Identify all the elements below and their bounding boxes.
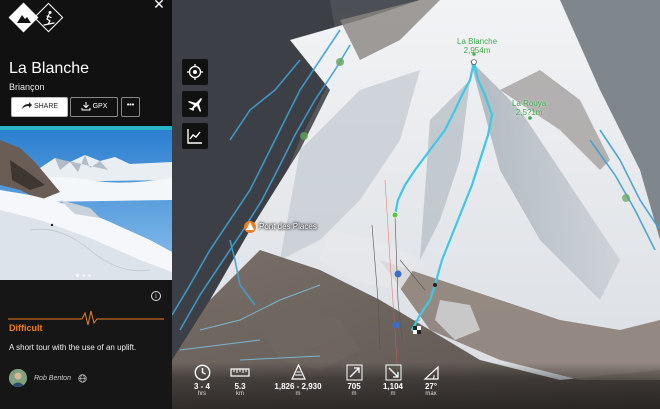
stat-descent-value: 1,104 bbox=[382, 382, 404, 391]
stat-elevation-range: 1,826 - 2,930 m bbox=[266, 364, 330, 397]
download-icon bbox=[81, 101, 91, 111]
stat-ascent: 705 m bbox=[342, 364, 366, 397]
stat-max-slope-unit: max bbox=[425, 391, 437, 397]
slope-icon bbox=[422, 365, 439, 380]
peak-name: La Rouya bbox=[512, 99, 547, 108]
globe-icon[interactable] bbox=[78, 374, 87, 383]
chart-icon bbox=[187, 129, 202, 144]
descent-icon bbox=[385, 364, 401, 381]
stat-duration: 3 - 4 hrs bbox=[186, 364, 218, 397]
flyover-button[interactable] bbox=[182, 91, 208, 117]
share-label: SHARE bbox=[33, 103, 59, 110]
stat-duration-value: 3 - 4 bbox=[193, 382, 210, 391]
difficulty-label: Difficult bbox=[9, 323, 43, 333]
route-photo-image bbox=[0, 130, 172, 280]
elevation-profile-button[interactable] bbox=[182, 123, 208, 149]
stat-distance-unit: km bbox=[236, 391, 244, 397]
peak-elevation: 2,954m bbox=[463, 46, 491, 55]
panel-header: ✕ La Blanche Briançon SHARE GPX ••• bbox=[0, 0, 172, 126]
author-avatar[interactable] bbox=[9, 369, 27, 387]
stat-elevation-range-unit: m bbox=[295, 391, 301, 397]
peak-label-la-blanche: La Blanche 2,954m bbox=[457, 37, 497, 55]
peak-elevation: 2,5?1m bbox=[515, 108, 543, 117]
pagination-dot[interactable] bbox=[76, 274, 79, 277]
stat-max-slope: 27° max bbox=[420, 364, 442, 397]
route-photo[interactable] bbox=[0, 130, 172, 280]
locate-button[interactable] bbox=[182, 59, 208, 85]
gpx-label: GPX bbox=[92, 103, 108, 110]
photo-pagination[interactable] bbox=[76, 264, 94, 280]
stat-distance: 5.3 km bbox=[228, 364, 252, 397]
elevation-range-icon bbox=[290, 364, 306, 380]
stat-elevation-range-value: 1,826 - 2,930 bbox=[274, 382, 322, 391]
info-icon[interactable]: i bbox=[151, 291, 161, 301]
app-logo[interactable] bbox=[8, 2, 70, 33]
skier-icon bbox=[43, 11, 55, 26]
poi-label-pont-des-places: Pont des Places bbox=[259, 222, 317, 231]
plane-icon bbox=[188, 98, 202, 112]
stat-descent: 1,104 m bbox=[378, 364, 408, 397]
stat-duration-unit: hrs bbox=[197, 391, 207, 397]
route-title: La Blanche bbox=[9, 60, 90, 77]
more-options-button[interactable]: ••• bbox=[121, 97, 140, 117]
route-description: A short tour with the use of an uplift. bbox=[9, 343, 137, 352]
share-button[interactable]: SHARE bbox=[11, 97, 68, 117]
stat-descent-unit: m bbox=[390, 391, 396, 397]
pagination-dot[interactable] bbox=[88, 274, 91, 277]
mountain-icon bbox=[17, 15, 31, 23]
close-icon[interactable]: ✕ bbox=[152, 0, 166, 11]
pagination-dot[interactable] bbox=[82, 274, 85, 277]
ruler-icon bbox=[230, 368, 250, 377]
author-name[interactable]: Rob Benton bbox=[34, 375, 71, 383]
peak-name: La Blanche bbox=[457, 37, 498, 46]
route-region: Briançon bbox=[9, 82, 45, 92]
locate-icon bbox=[187, 64, 203, 80]
route-panel: ✕ La Blanche Briançon SHARE GPX ••• i Di… bbox=[0, 0, 172, 409]
share-icon bbox=[21, 102, 32, 110]
gpx-download-button[interactable]: GPX bbox=[70, 97, 118, 117]
clock-icon bbox=[194, 364, 210, 381]
route-stats-bar: 3 - 4 hrs 5.3 km 1,826 - 2,930 m 705 m 1… bbox=[172, 362, 660, 409]
avatar-image bbox=[9, 369, 27, 387]
ascent-icon bbox=[346, 364, 362, 381]
stat-ascent-value: 705 bbox=[347, 382, 361, 391]
peak-label-la-rouya: La Rouya 2,5?1m bbox=[512, 99, 546, 117]
stat-distance-value: 5.3 bbox=[234, 382, 246, 391]
stat-max-slope-value: 27° bbox=[424, 382, 438, 391]
stat-ascent-unit: m bbox=[351, 391, 357, 397]
